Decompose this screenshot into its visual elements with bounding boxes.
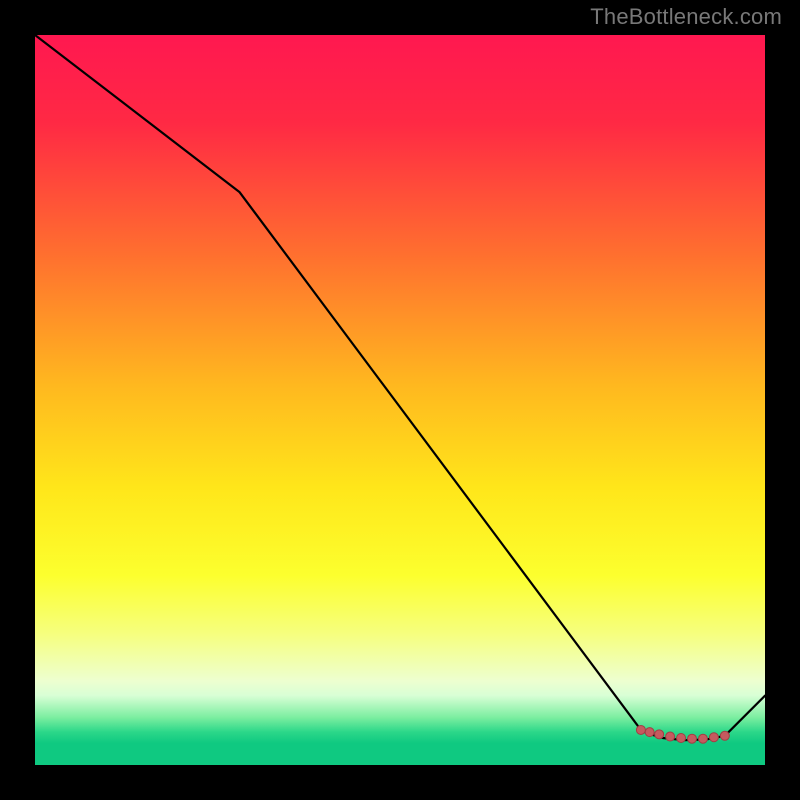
highlight-marker — [709, 733, 718, 742]
watermark-text: TheBottleneck.com — [590, 4, 782, 30]
chart-frame: TheBottleneck.com — [0, 0, 800, 800]
highlight-marker — [677, 733, 686, 742]
highlight-marker — [645, 728, 654, 737]
chart-plot-area — [35, 35, 765, 765]
highlight-marker — [636, 725, 645, 734]
chart-background-gradient — [35, 35, 765, 765]
highlight-marker — [720, 731, 729, 740]
highlight-marker — [655, 730, 664, 739]
highlight-marker — [698, 734, 707, 743]
chart-svg — [35, 35, 765, 765]
highlight-marker — [666, 732, 675, 741]
highlight-marker — [688, 734, 697, 743]
